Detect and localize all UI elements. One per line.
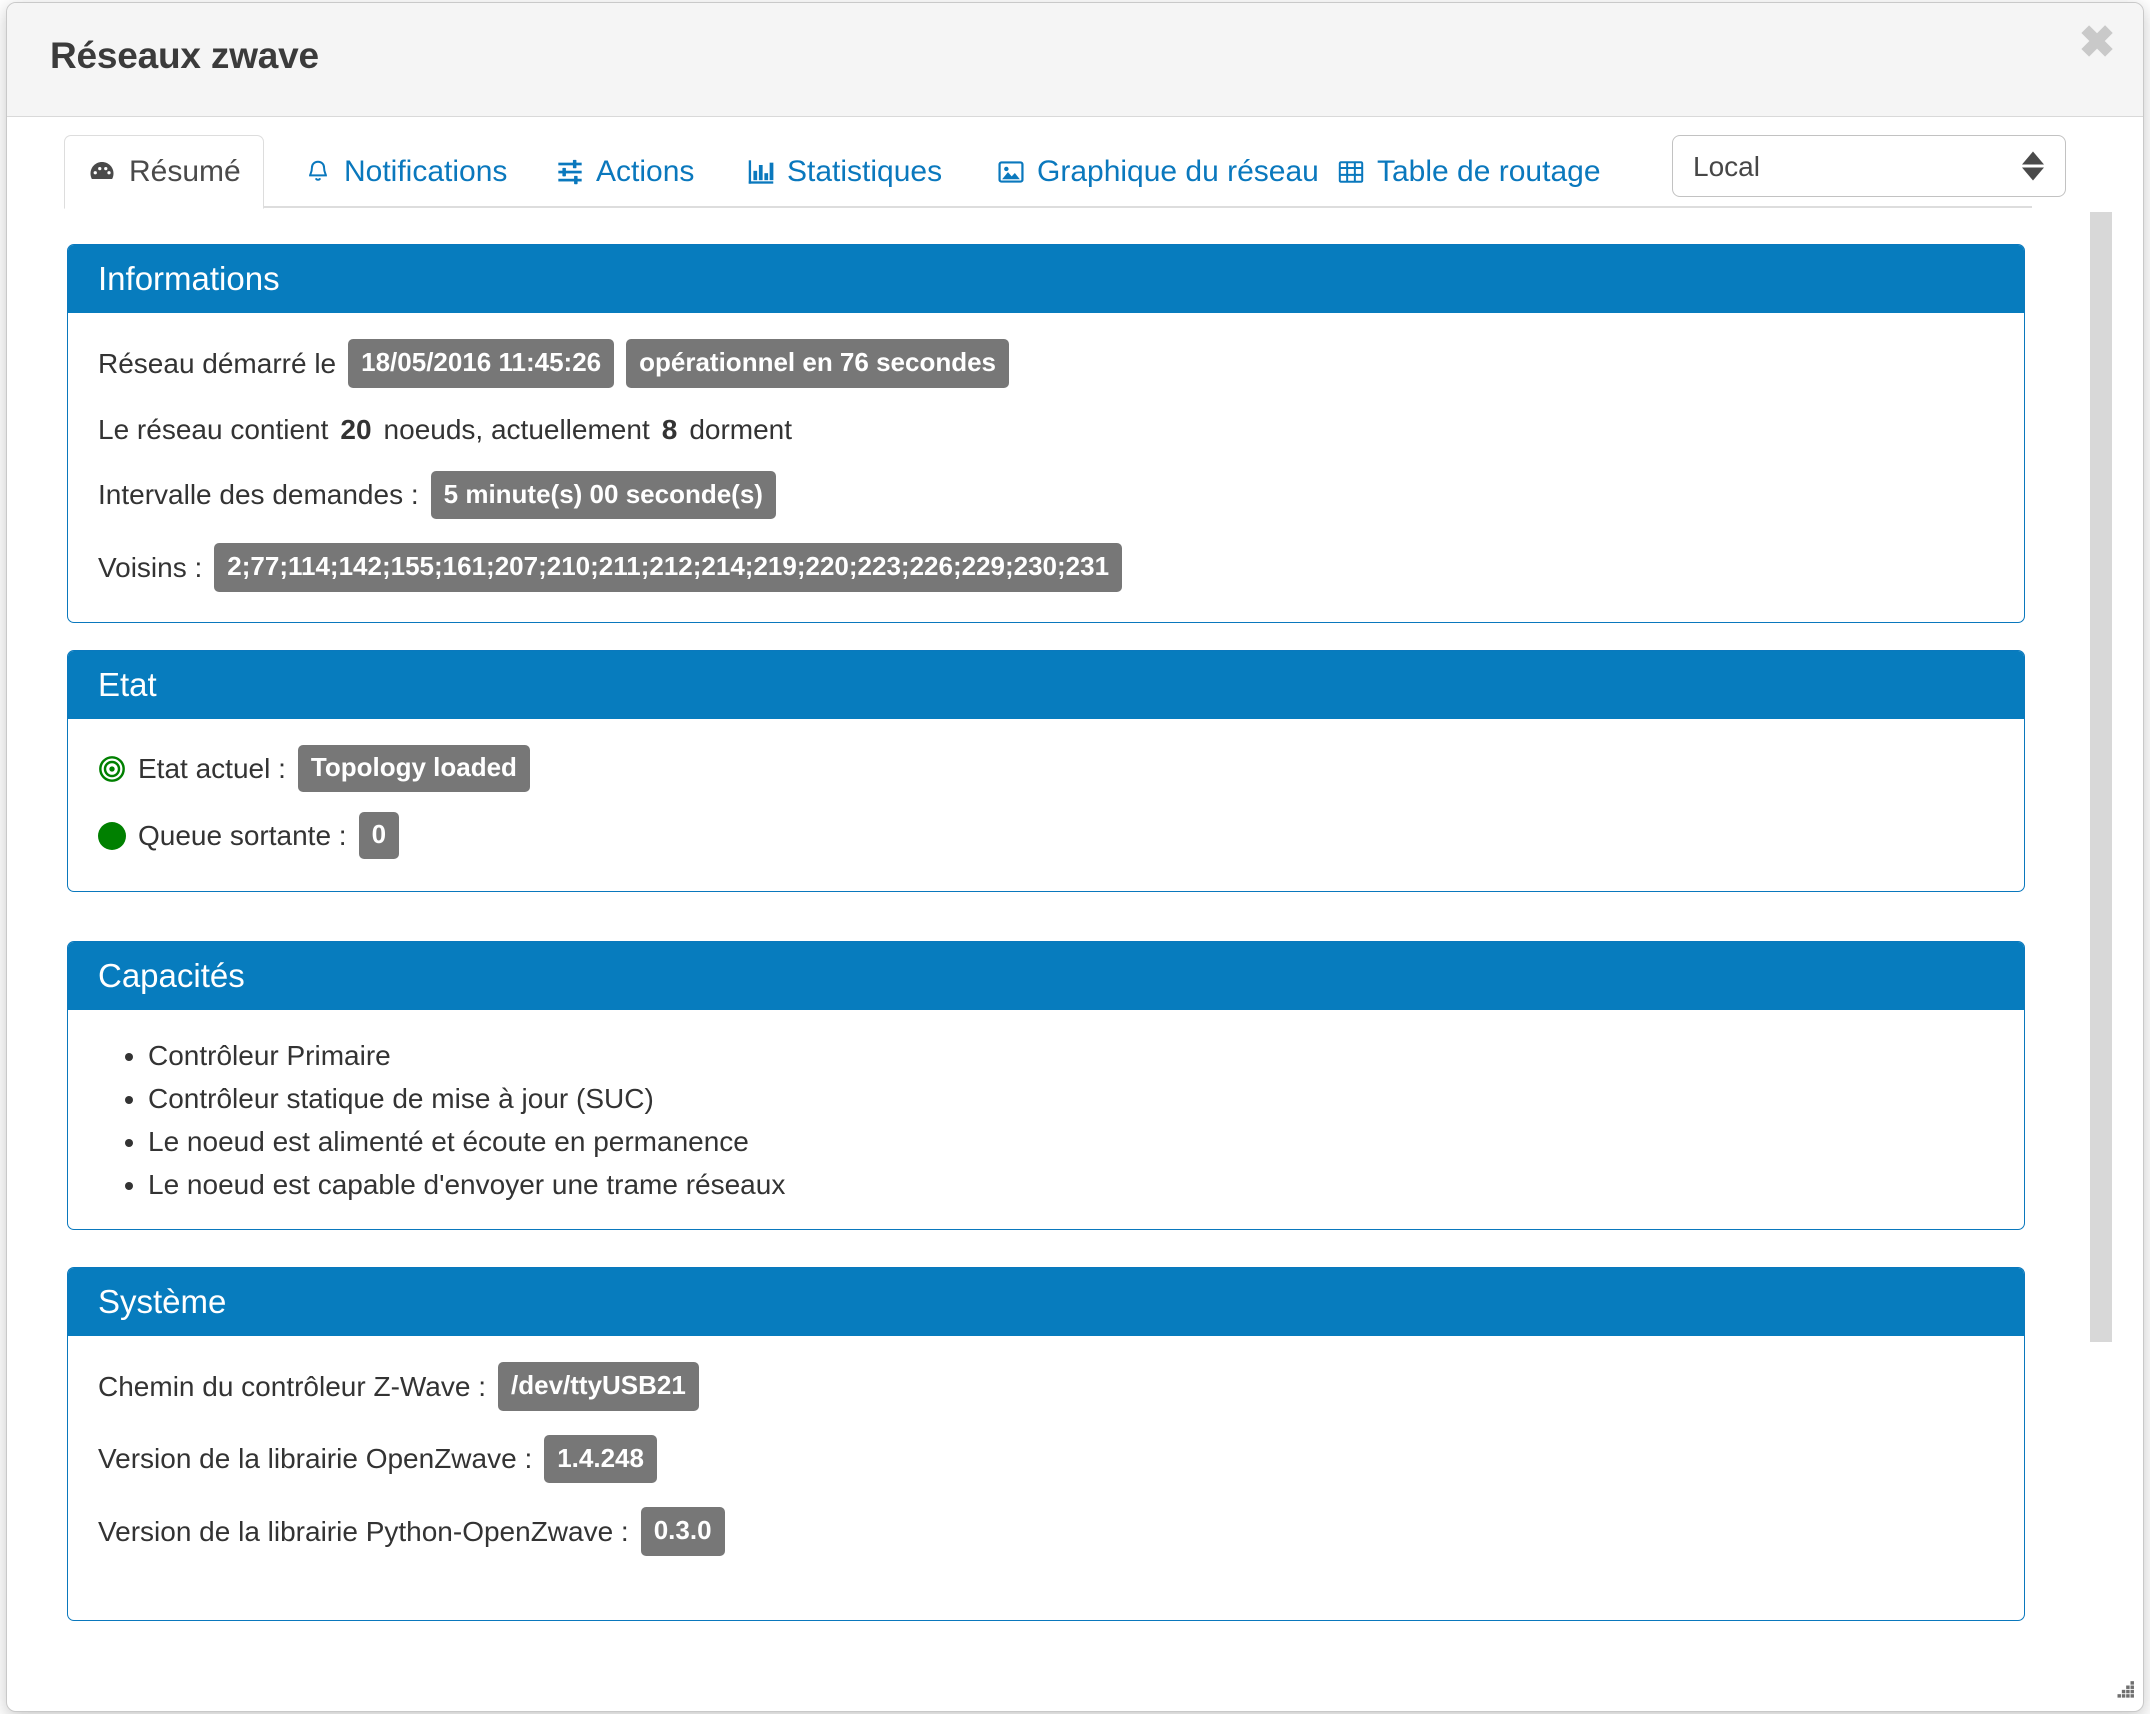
bar-chart-icon: [747, 158, 775, 186]
list-item: Contrôleur statique de mise à jour (SUC): [148, 1083, 1994, 1115]
table-icon: [1337, 158, 1365, 186]
info-row-started: Réseau démarré le 18/05/2016 11:45:26 op…: [98, 339, 1994, 388]
panel-systeme: Système Chemin du contrôleur Z-Wave : /d…: [67, 1267, 2025, 1621]
openzwave-label: Version de la librairie OpenZwave :: [98, 1443, 533, 1475]
bullseye-icon: [98, 755, 126, 783]
system-row-python-openzwave: Version de la librairie Python-OpenZwave…: [98, 1507, 1994, 1556]
controller-path-badge: /dev/ttyUSB21: [498, 1362, 699, 1411]
tab-label-table-de-routage: Table de routage: [1377, 154, 1601, 188]
network-select[interactable]: Local: [1672, 135, 2066, 197]
tab-label-statistiques: Statistiques: [787, 154, 943, 188]
panel-etat-title: Etat: [68, 651, 2024, 719]
panel-etat: Etat Etat actuel : Topology loaded Queue…: [67, 650, 2025, 892]
tab-label-actions: Actions: [596, 154, 695, 188]
system-row-openzwave: Version de la librairie OpenZwave : 1.4.…: [98, 1434, 1994, 1483]
list-item: Contrôleur Primaire: [148, 1040, 1994, 1072]
queue-value-badge: 0: [358, 812, 400, 859]
tab-statistiques[interactable]: Statistiques: [725, 135, 964, 208]
dashboard-icon: [87, 157, 117, 187]
modal-header: Réseaux zwave ✖: [7, 3, 2143, 117]
nodes-prefix: Le réseau contient: [98, 413, 329, 445]
sliders-icon: [556, 158, 584, 186]
info-row-interval: Intervalle des demandes : 5 minute(s) 00…: [98, 470, 1994, 519]
tab-label-resume: Résumé: [129, 155, 241, 188]
current-state-badge: Topology loaded: [297, 745, 530, 792]
python-openzwave-label: Version de la librairie Python-OpenZwave…: [98, 1515, 629, 1547]
current-state-label: Etat actuel :: [138, 752, 286, 784]
neighbours-value-badge: 2;77;114;142;155;161;207;210;211;212;214…: [214, 543, 1123, 592]
state-row-current: Etat actuel : Topology loaded: [98, 745, 1994, 792]
operational-badge: opérationnel en 76 secondes: [626, 339, 1010, 388]
openzwave-badge: 1.4.248: [544, 1434, 657, 1483]
python-openzwave-badge: 0.3.0: [640, 1507, 725, 1556]
started-at-badge: 18/05/2016 11:45:26: [348, 339, 615, 388]
tab-resume[interactable]: Résumé: [64, 135, 264, 209]
panel-informations: Informations Réseau démarré le 18/05/201…: [67, 244, 2025, 623]
nodes-suffix: dorment: [689, 413, 793, 445]
vertical-scrollbar-track[interactable]: [2090, 210, 2112, 1711]
neighbours-label: Voisins :: [98, 551, 203, 583]
started-label: Réseau démarré le: [98, 347, 337, 379]
interval-value-badge: 5 minute(s) 00 seconde(s): [430, 470, 776, 519]
sleeping-count: 8: [661, 413, 678, 445]
info-row-neighbours: Voisins : 2;77;114;142;155;161;207;210;2…: [98, 543, 1994, 592]
info-row-nodes: Le réseau contient 20 noeuds, actuelleme…: [98, 412, 1994, 447]
tab-notifications[interactable]: Notifications: [282, 135, 529, 208]
vertical-scrollbar-thumb[interactable]: [2090, 212, 2112, 1342]
picture-icon: [997, 158, 1025, 186]
state-row-queue: Queue sortante : 0: [98, 812, 1994, 859]
interval-label: Intervalle des demandes :: [98, 479, 419, 511]
network-select-wrapper: Local: [1672, 135, 2066, 197]
nodes-middle: noeuds, actuellement: [383, 413, 650, 445]
system-row-controller-path: Chemin du contrôleur Z-Wave : /dev/ttyUS…: [98, 1362, 1994, 1411]
modal-window: Réseaux zwave ✖ Résumé Notifications Act…: [6, 2, 2144, 1712]
queue-label: Queue sortante :: [138, 819, 347, 851]
tab-label-graphique-du-reseau: Graphique du réseau: [1037, 154, 1319, 188]
controller-path-label: Chemin du contrôleur Z-Wave :: [98, 1370, 486, 1402]
tab-table-de-routage[interactable]: Table de routage: [1315, 135, 1623, 208]
panel-capacites-body: Contrôleur Primaire Contrôleur statique …: [68, 1010, 2024, 1229]
bell-icon: [304, 157, 332, 187]
close-icon[interactable]: ✖: [2073, 19, 2121, 67]
tab-label-notifications: Notifications: [344, 154, 508, 188]
list-item: Le noeud est alimenté et écoute en perma…: [148, 1126, 1994, 1158]
panel-capacites: Capacités Contrôleur Primaire Contrôleur…: [67, 941, 2025, 1230]
nodes-count: 20: [340, 413, 372, 445]
list-item: Le noeud est capable d'envoyer une trame…: [148, 1169, 1994, 1201]
resize-grip-icon[interactable]: [2111, 1679, 2137, 1705]
panel-systeme-title: Système: [68, 1268, 2024, 1336]
capabilities-list: Contrôleur Primaire Contrôleur statique …: [98, 1040, 1994, 1201]
panel-systeme-body: Chemin du contrôleur Z-Wave : /dev/ttyUS…: [68, 1336, 2024, 1620]
panel-informations-body: Réseau démarré le 18/05/2016 11:45:26 op…: [68, 313, 2024, 622]
panel-capacites-title: Capacités: [68, 942, 2024, 1010]
tab-graphique-du-reseau[interactable]: Graphique du réseau: [975, 135, 1341, 208]
circle-icon: [98, 821, 126, 850]
panel-informations-title: Informations: [68, 245, 2024, 313]
page-title: Réseaux zwave: [50, 35, 319, 76]
panel-etat-body: Etat actuel : Topology loaded Queue sort…: [68, 719, 2024, 891]
content-scroll-area: Informations Réseau démarré le 18/05/201…: [7, 210, 2143, 1711]
tab-actions[interactable]: Actions: [534, 135, 716, 208]
